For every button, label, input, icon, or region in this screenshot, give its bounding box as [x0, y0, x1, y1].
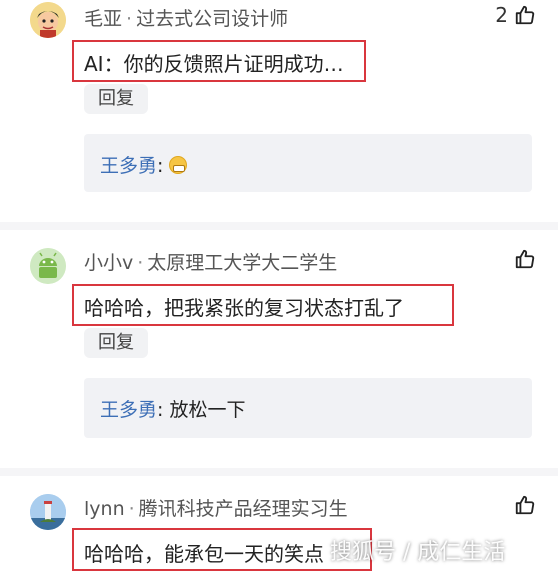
- comment-meta: 毛亚 · 过去式公司设计师: [84, 4, 288, 31]
- comment-divider: [0, 468, 558, 476]
- comment-text: 哈哈哈，把我紧张的复习状态打乱了: [84, 296, 404, 320]
- comment-divider: [0, 222, 558, 230]
- comment-meta: lynn · 腾讯科技产品经理实习生: [84, 494, 348, 521]
- avatar[interactable]: [30, 494, 66, 530]
- username[interactable]: lynn: [84, 498, 125, 520]
- meta-separator: ·: [137, 252, 144, 274]
- reply-colon: :: [157, 155, 164, 177]
- username[interactable]: 毛亚: [84, 8, 122, 30]
- username[interactable]: 小小v: [84, 252, 133, 274]
- thumbs-up-icon: [515, 5, 535, 25]
- reply-item: 王多勇: 放松一下: [100, 395, 245, 422]
- avatar[interactable]: [30, 2, 66, 38]
- thumbs-up-icon: [515, 495, 535, 515]
- thumbs-up-icon: [515, 249, 535, 269]
- like-button[interactable]: [514, 248, 536, 270]
- like-count: 2: [495, 3, 508, 27]
- comment-text: AI：你的反馈照片证明成功…: [84, 52, 344, 76]
- reply-button[interactable]: 回复: [84, 84, 148, 114]
- reply-text: 放松一下: [163, 399, 246, 421]
- grin-emoji-icon: [169, 156, 188, 174]
- comment-item: 小小v · 太原理工大学大二学生 哈哈哈，把我紧张的复习状态打乱了 回复 王多勇: …: [0, 230, 558, 468]
- reply-author[interactable]: 王多勇: [100, 399, 157, 421]
- reply-author[interactable]: 王多勇: [100, 155, 157, 177]
- user-title: 过去式公司设计师: [136, 8, 289, 30]
- watermark: 搜狐号 / 成仁生活: [330, 540, 506, 565]
- meta-separator: ·: [126, 8, 133, 30]
- like-button[interactable]: [514, 494, 536, 516]
- like-button[interactable]: 2: [495, 3, 536, 27]
- user-title: 太原理工大学大二学生: [147, 252, 338, 274]
- meta-separator: ·: [128, 498, 135, 520]
- reply-item: 王多勇:: [100, 151, 188, 178]
- avatar[interactable]: [30, 248, 66, 284]
- user-title: 腾讯科技产品经理实习生: [138, 498, 348, 520]
- reply-thread[interactable]: 王多勇: 放松一下: [84, 378, 532, 438]
- comment-text: 哈哈哈，能承包一天的笑点: [84, 542, 324, 566]
- comment-meta: 小小v · 太原理工大学大二学生: [84, 248, 337, 275]
- comment-item: 毛亚 · 过去式公司设计师 2 AI：你的反馈照片证明成功… 回复 王多勇:: [0, 0, 558, 222]
- reply-button[interactable]: 回复: [84, 328, 148, 358]
- reply-thread[interactable]: 王多勇:: [84, 134, 532, 192]
